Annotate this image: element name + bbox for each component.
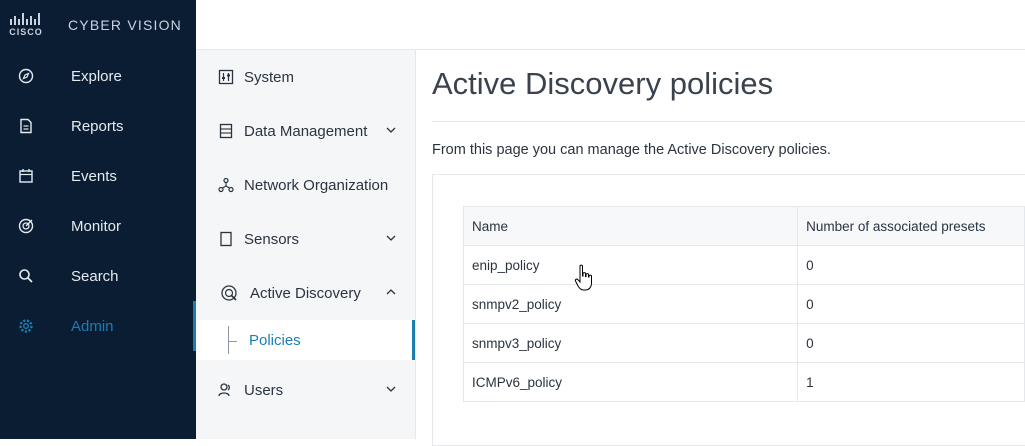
brand[interactable]: CISCO CYBER VISION (0, 0, 196, 50)
nav-label: Admin (71, 317, 114, 335)
nav-item-reports[interactable]: Reports (0, 101, 196, 151)
target-icon (18, 218, 34, 234)
tree-branch (229, 341, 237, 342)
nav-item-explore[interactable]: Explore (0, 51, 196, 101)
submenu-label: Network Organization (244, 176, 389, 194)
page-description: From this page you can manage the Active… (432, 142, 831, 158)
search-icon (19, 269, 33, 283)
submenu-label: Sensors (244, 230, 300, 248)
submenu-label: Active Discovery (250, 284, 361, 302)
chevron-down-icon[interactable] (386, 126, 396, 134)
policies-table: Name Number of associated presets enip_p… (462, 206, 1025, 402)
submenu-label: Data Management (244, 122, 368, 140)
submenu-label: Users (244, 381, 284, 399)
radar-icon (221, 285, 237, 301)
table-row[interactable]: enip_policy 0 (462, 245, 1025, 285)
calendar-icon (19, 169, 33, 183)
page-title: Active Discovery policies (432, 66, 774, 101)
policy-name[interactable]: ICMPv6_policy (462, 362, 799, 402)
nav-item-admin[interactable]: Admin (0, 301, 196, 351)
top-bar (196, 0, 1025, 50)
nav-label: Search (71, 267, 119, 285)
submenu-item-active-discovery[interactable]: Active Discovery (196, 266, 415, 320)
preset-count: 0 (797, 245, 1025, 285)
submenu-item-network-organization[interactable]: Network Organization (196, 158, 415, 212)
submenu-item-policies[interactable]: Policies (196, 320, 415, 360)
gear-icon (19, 319, 33, 333)
submenu-item-system[interactable]: System (196, 50, 415, 104)
table-row[interactable]: ICMPv6_policy 1 (462, 362, 1025, 402)
admin-submenu: System Data Management Network Organizat… (196, 50, 416, 439)
table-row[interactable]: snmpv3_policy 0 (462, 323, 1025, 363)
nav-label: Reports (71, 117, 124, 135)
table-row[interactable]: snmpv2_policy 0 (462, 284, 1025, 324)
users-icon (218, 383, 230, 397)
submenu-label: Policies (249, 332, 301, 349)
cisco-wordmark: CISCO (9, 27, 43, 37)
nav-label: Events (71, 167, 117, 185)
column-header-name[interactable]: Name (462, 206, 799, 246)
product-name: CYBER VISION (68, 17, 182, 33)
nav-item-monitor[interactable]: Monitor (0, 201, 196, 251)
policy-name[interactable]: snmpv3_policy (462, 323, 799, 363)
nav-label: Monitor (71, 217, 122, 235)
active-indicator (412, 320, 415, 360)
database-icon (219, 123, 233, 139)
submenu-item-users[interactable]: Users (196, 363, 415, 417)
tree-line (228, 326, 229, 354)
network-icon (218, 177, 234, 193)
sliders-icon (218, 69, 234, 85)
nav-item-events[interactable]: Events (0, 151, 196, 201)
preset-count: 0 (797, 284, 1025, 324)
chevron-down-icon[interactable] (386, 234, 396, 242)
document-icon (20, 118, 32, 134)
policy-name[interactable]: snmpv2_policy (462, 284, 799, 324)
compass-icon (18, 68, 34, 84)
title-divider (432, 121, 1025, 122)
column-header-presets[interactable]: Number of associated presets (797, 206, 1025, 246)
nav-label: Explore (71, 67, 122, 85)
submenu-label: System (244, 68, 295, 86)
hand-pointer-icon (574, 264, 592, 291)
preset-count: 0 (797, 323, 1025, 363)
preset-count: 1 (797, 362, 1025, 402)
sensor-icon (220, 231, 232, 247)
cisco-bars-icon (10, 13, 40, 25)
nav-item-search[interactable]: Search (0, 251, 196, 301)
submenu-item-data-management[interactable]: Data Management (196, 104, 415, 158)
table-header-row: Name Number of associated presets (462, 206, 1025, 246)
submenu-item-sensors[interactable]: Sensors (196, 212, 415, 266)
policy-name[interactable]: enip_policy (462, 245, 799, 285)
cisco-logo: CISCO (8, 13, 44, 37)
chevron-up-icon[interactable] (386, 288, 396, 296)
main-nav: CISCO CYBER VISION Explore Reports Event… (0, 0, 196, 439)
chevron-down-icon[interactable] (386, 385, 396, 393)
